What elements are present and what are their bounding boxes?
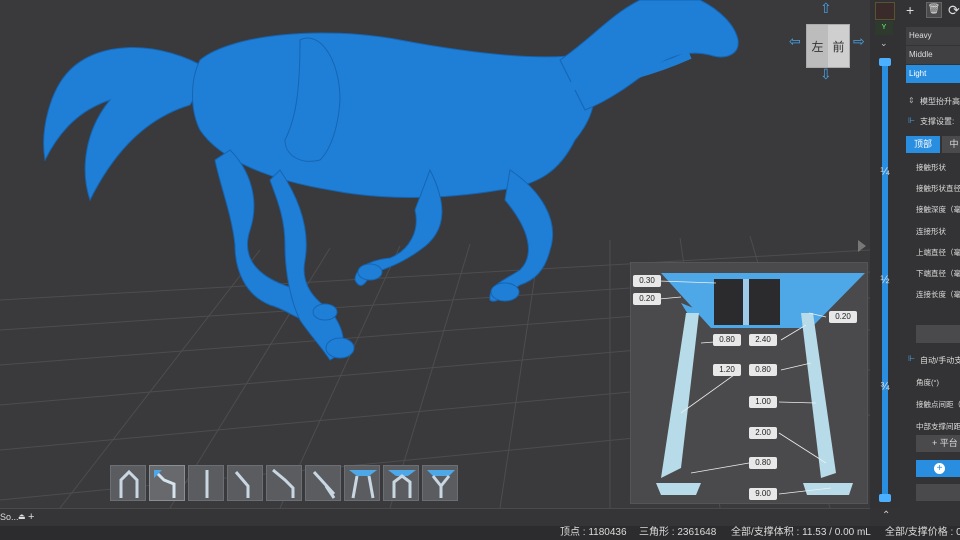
mid-spacing-label: 中部支撑间距 — [916, 422, 960, 431]
tab-file[interactable]: So... — [0, 509, 19, 525]
slider-tick-half: ½ — [880, 274, 890, 286]
add-platform-button[interactable]: + 平台 — [916, 435, 960, 452]
view-cube-front[interactable]: 前 — [828, 25, 849, 67]
view-cube-left[interactable]: 左 — [807, 25, 828, 67]
support-type-1-button[interactable] — [110, 465, 146, 501]
support-type-6-button[interactable] — [305, 465, 341, 501]
base-height-value[interactable]: 9.00 — [749, 488, 777, 500]
contact-spacing-label: 接触点间距（ — [916, 400, 960, 409]
lower-diameter-label: 下端直径（毫 — [916, 269, 960, 278]
slider-tick-quarter: ¼ — [880, 166, 890, 178]
axis-y-indicator: Y — [875, 21, 893, 35]
secondary-button[interactable] — [916, 484, 960, 501]
level-light[interactable]: Light — [906, 65, 960, 83]
support-type-2-button[interactable] — [149, 465, 185, 501]
rotate-up-icon[interactable]: ⇧ — [820, 0, 832, 17]
contact-right-value[interactable]: 0.20 — [829, 311, 857, 323]
level-heavy[interactable]: Heavy — [906, 27, 960, 45]
delete-icon[interactable]: 🗑 — [926, 2, 942, 18]
price-info: 全部/支撑价格 : 0 — [885, 527, 960, 538]
contact-top-value[interactable]: 0.30 — [633, 275, 661, 287]
new-tab-icon[interactable]: + — [28, 509, 34, 525]
support-type-toolbar — [110, 465, 458, 501]
level-middle[interactable]: Middle — [906, 46, 960, 64]
view-cube[interactable]: 左 前 — [806, 24, 850, 68]
status-bar: 顶点 : 1180436 三角形 : 2361648 全部/支撑体积 : 11.… — [0, 526, 960, 540]
support-type-7-button[interactable] — [344, 465, 380, 501]
middle-diameter-value[interactable]: 1.20 — [713, 364, 741, 376]
support-settings-panel: + 🗑 ⟳ Heavy Middle Light 模型抬升高 支撑设置: ⇕ ⊩… — [900, 0, 960, 508]
lower-diameter-value[interactable]: 0.80 — [749, 364, 777, 376]
connect-shape-label: 连接形状 — [916, 227, 946, 236]
volume-info: 全部/支撑体积 : 11.53 / 0.00 mL — [731, 527, 871, 538]
contact-shape-label: 接触形状 — [916, 163, 946, 172]
contact-diameter-label: 接触形状直径 — [916, 184, 960, 193]
support-icon: ⊩ — [908, 116, 915, 125]
triangle-count: 三角形 : 2361648 — [639, 527, 717, 538]
support-type-8-button[interactable] — [383, 465, 419, 501]
refresh-icon[interactable]: ⟳ — [948, 2, 960, 19]
upper-diameter-label: 上端直径（毫 — [916, 248, 960, 257]
slider-tick-three-quarter: ¾ — [880, 381, 890, 393]
vertex-count: 顶点 : 1180436 — [560, 527, 627, 538]
support-type-3-button[interactable] — [188, 465, 224, 501]
connect-length-label: 连接长度（毫 — [916, 290, 960, 299]
angle-label: 角度(°) — [916, 378, 939, 387]
support-settings-label: 支撑设置: — [920, 117, 955, 126]
chevron-down-icon[interactable]: ⌄ — [880, 38, 888, 49]
tab-bar: So... ⏏ + — [0, 508, 870, 527]
auto-support-icon: ⊩ — [908, 354, 915, 363]
support-type-9-button[interactable] — [422, 465, 458, 501]
apply-button[interactable] — [916, 325, 960, 343]
color-swatch-red[interactable] — [875, 2, 895, 20]
support-type-5-button[interactable] — [266, 465, 302, 501]
lift-icon: ⇕ — [908, 96, 915, 105]
3d-viewport[interactable]: ⇧ ⇦ ⇨ ⇩ 左 前 0.30 0.20 0.20 0.80 2.40 1.2… — [0, 0, 870, 508]
chevron-up-icon[interactable]: ⌃ — [882, 510, 890, 521]
rotate-down-icon[interactable]: ⇩ — [820, 66, 832, 83]
rotate-right-icon[interactable]: ⇨ — [853, 33, 865, 50]
base-value-3[interactable]: 0.80 — [749, 457, 777, 469]
slider-bottom-handle[interactable] — [879, 494, 891, 502]
eject-icon[interactable]: ⏏ — [18, 509, 26, 525]
contact-depth-value[interactable]: 0.20 — [633, 293, 661, 305]
tab-bar-right: ⌃ — [870, 508, 960, 526]
plus-circle-icon: + — [934, 463, 945, 474]
contact-depth-label: 接触深度（毫 — [916, 205, 960, 214]
auto-manual-label: 自动/手动支 — [920, 356, 960, 365]
base-value-1[interactable]: 1.00 — [749, 396, 777, 408]
base-value-2[interactable]: 2.00 — [749, 427, 777, 439]
support-detail-panel: 0.30 0.20 0.20 0.80 2.40 1.20 0.80 1.00 … — [630, 262, 868, 504]
rotate-left-icon[interactable]: ⇦ — [789, 33, 801, 50]
tab-middle[interactable]: 中 — [942, 136, 960, 153]
slider-top-handle[interactable] — [879, 58, 891, 66]
support-type-4-button[interactable] — [227, 465, 263, 501]
layer-slider[interactable]: Y ⌄ ¼ ½ ¾ — [870, 0, 900, 508]
add-icon[interactable]: + — [906, 2, 914, 18]
add-support-button[interactable]: + — [916, 460, 960, 477]
model-lift-label: 模型抬升高 — [920, 97, 960, 106]
connect-length-value[interactable]: 2.40 — [749, 334, 777, 346]
upper-diameter-value[interactable]: 0.80 — [713, 334, 741, 346]
tab-top[interactable]: 顶部 — [906, 136, 940, 153]
